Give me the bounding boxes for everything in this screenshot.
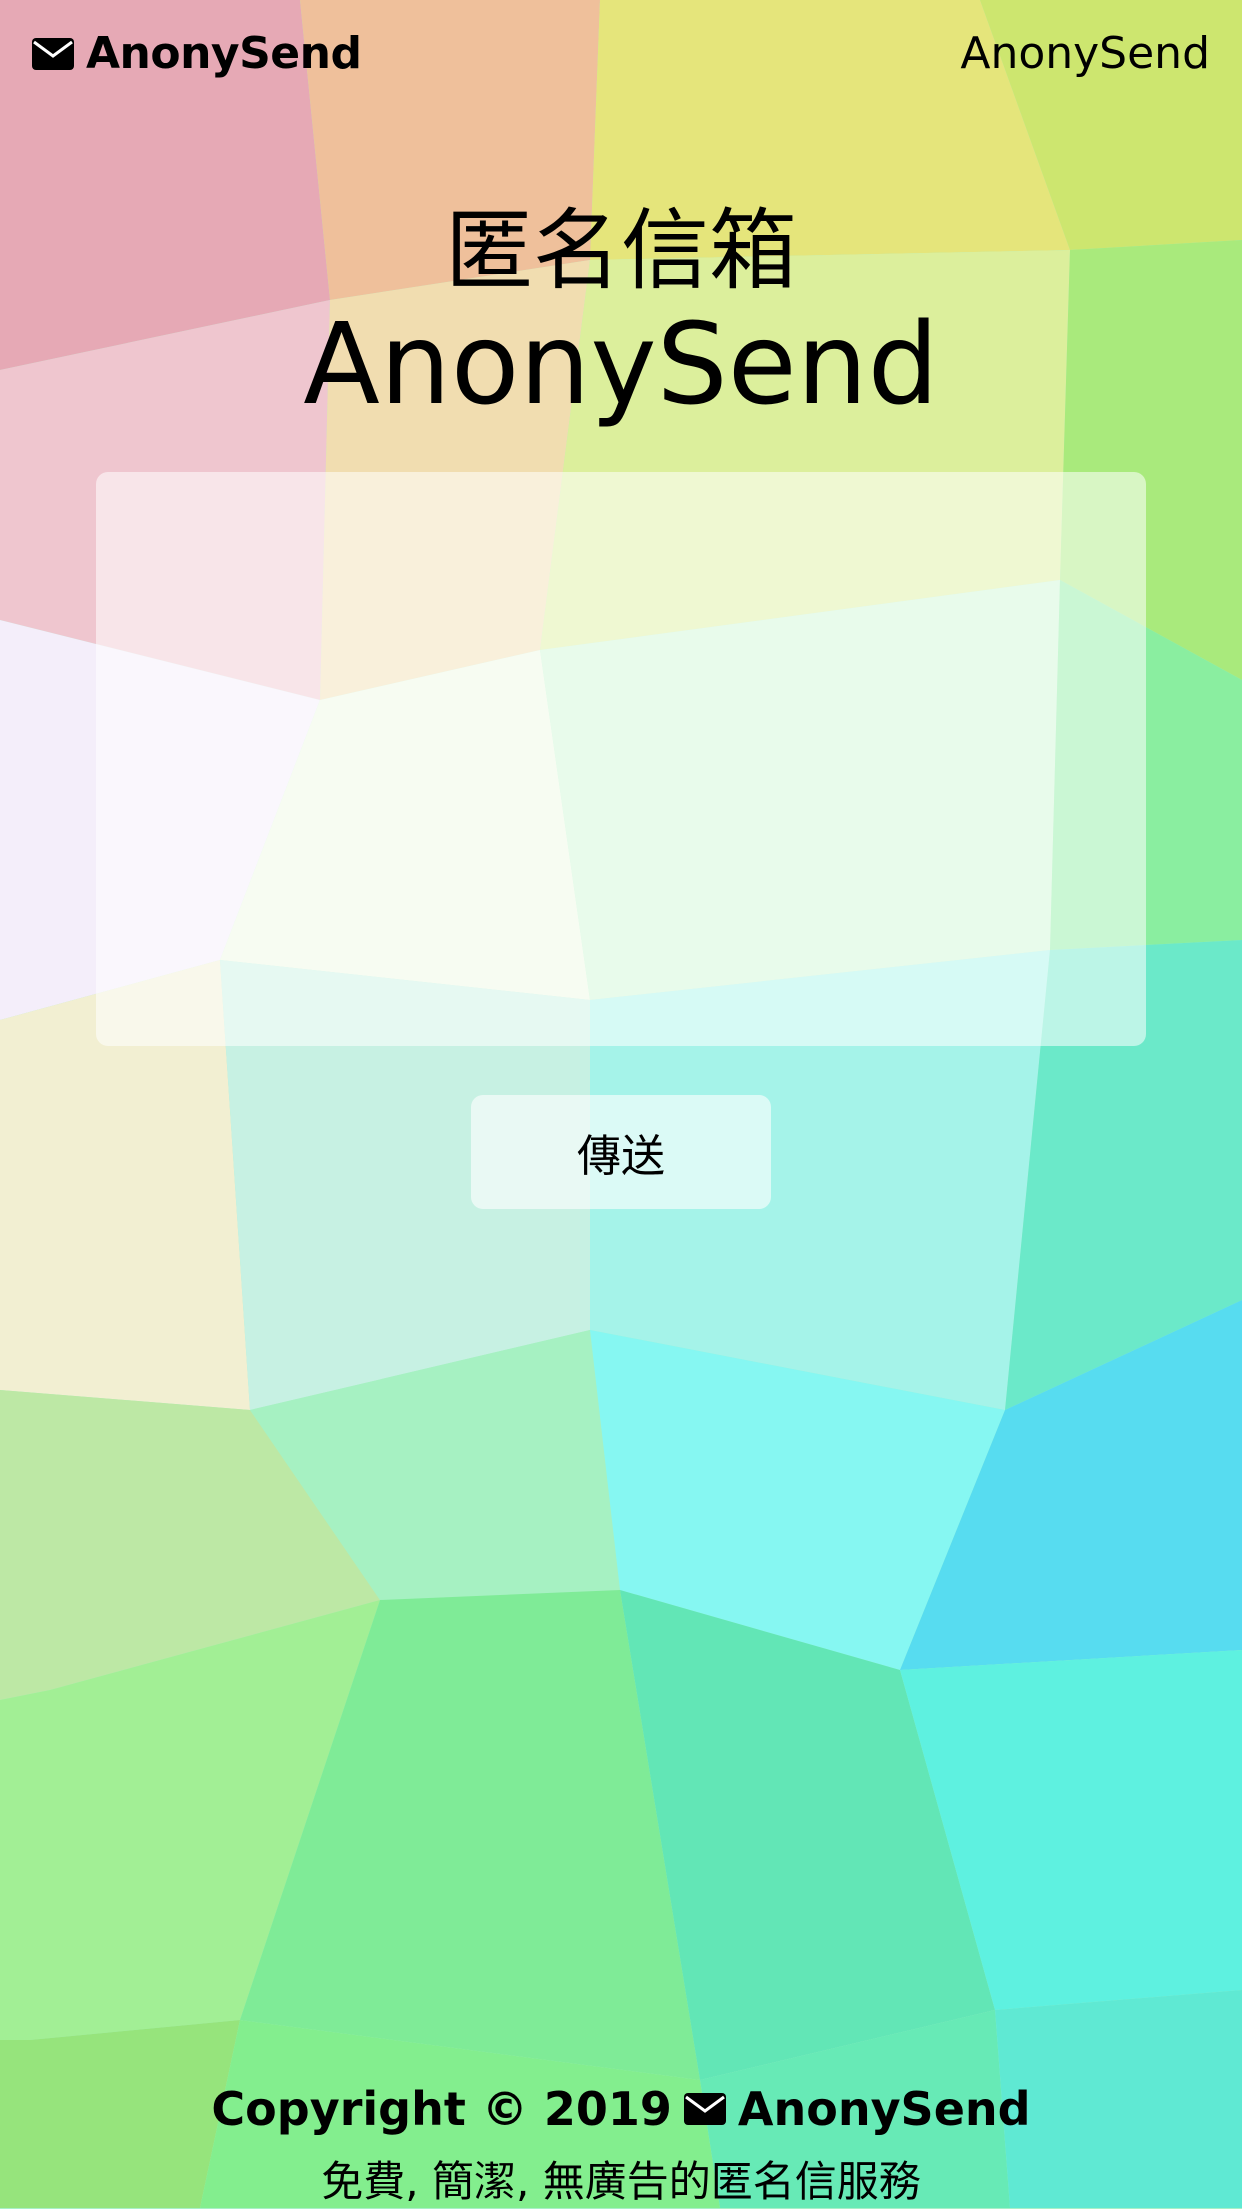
page-title-chinese: 匿名信箱: [444, 199, 797, 302]
message-input[interactable]: [96, 472, 1146, 1046]
footer-brand: AnonySend: [737, 2082, 1031, 2136]
brand-label: AnonySend: [86, 28, 362, 79]
envelope-icon: [683, 2093, 726, 2125]
footer-tagline: 免費, 簡潔, 無廣告的匿名信服務: [321, 2157, 921, 2206]
brand-link[interactable]: AnonySend: [30, 28, 362, 79]
nav-link-anonysend[interactable]: AnonySend: [960, 28, 1210, 79]
footer-copyright: Copyright © 2019 AnonySend: [0, 2082, 1242, 2136]
envelope-icon: [32, 37, 74, 70]
copyright-text: Copyright © 2019: [211, 2082, 672, 2136]
send-button[interactable]: 傳送: [471, 1095, 771, 1209]
page-title-english: AnonySend: [303, 300, 939, 430]
top-navbar: AnonySend AnonySend: [0, 0, 1242, 120]
